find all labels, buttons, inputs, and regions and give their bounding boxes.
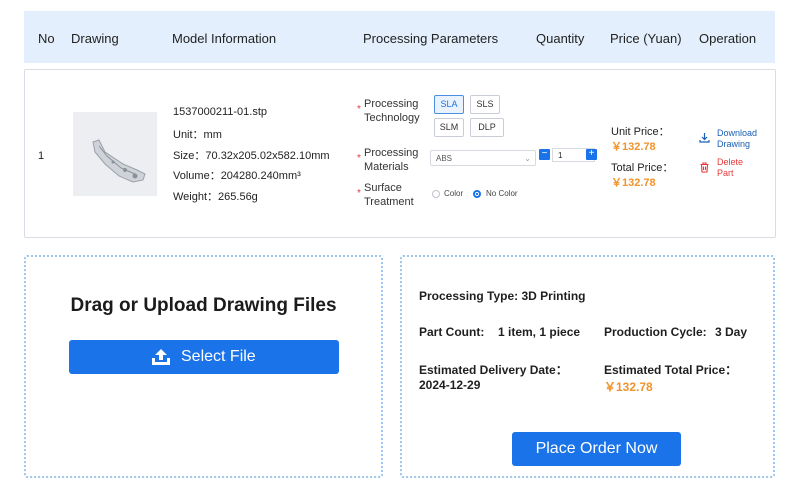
header-processing-parameters: Processing Parameters [363,31,499,46]
surface-color-label: Color [444,189,464,198]
processing-type: Processing Type: 3D Printing [419,289,586,303]
tech-sls-button[interactable]: SLS [470,95,500,114]
weight-info: Weight：265.56g [173,191,258,203]
processing-materials-label: Processing Materials [364,147,419,173]
header-quantity: Quantity [536,31,585,46]
header-price: Price (Yuan) [610,31,682,46]
delete-part-link[interactable]: Delete Part [699,157,743,179]
size-info: Size：70.32x205.02x582.10mm [173,150,330,162]
table-row: 1 1537000211-01.stp Unit：mm Size：70.32x2… [24,69,776,238]
surface-color-radio[interactable] [432,190,440,198]
trash-icon [700,162,709,173]
production-cycle-value: 3 Day [715,325,748,339]
drawing-thumbnail[interactable] [73,112,157,196]
tech-dlp-button[interactable]: DLP [470,118,504,137]
production-cycle-label: Production Cycle: [604,325,707,339]
order-summary-panel: Processing Type: 3D Printing Part Count:… [400,255,775,478]
required-mark: * [357,104,361,115]
tech-slm-button[interactable]: SLM [434,118,464,137]
chevron-down-icon: ⌄ [524,154,531,163]
part-count-label: Part Count: [419,325,485,339]
total-price-label: Total Price： [611,162,674,174]
material-select[interactable]: ABS ⌄ [430,150,536,166]
header-drawing: Drawing [71,31,119,46]
select-file-button[interactable]: Select File [69,340,339,374]
material-value: ABS [436,154,453,163]
part-count-value: 1 item, 1 piece [498,325,581,339]
volume-info: Volume：204280.240mm³ [173,170,301,182]
quantity-decrement-button[interactable]: − [539,149,550,160]
row-number: 1 [38,150,45,162]
estimated-total-value: ￥132.78 [604,380,653,394]
upload-panel[interactable]: Drag or Upload Drawing Files Select File [24,255,383,478]
tech-sla-button[interactable]: SLA [434,95,464,114]
table-header: No Drawing Model Information Processing … [24,11,775,63]
surface-no-color-label: No Color [486,189,518,198]
required-mark: * [357,188,361,199]
header-operation: Operation [699,31,757,46]
download-drawing-link[interactable]: Download Drawing [699,128,757,150]
header-no: No [38,31,55,46]
required-mark: * [357,153,361,164]
estimated-total-label: Estimated Total Price： [604,363,738,377]
download-icon [699,133,710,143]
delivery-date-value: 2024-12-29 [419,378,481,392]
upload-title: Drag or Upload Drawing Files [70,295,337,316]
unit-price-label: Unit Price： [611,126,670,138]
part-preview-icon [92,139,146,183]
file-name: 1537000211-01.stp [173,106,267,118]
processing-technology-label: Processing Technology [364,98,420,124]
delivery-date-label: Estimated Delivery Date： [419,363,568,377]
unit-price-value: ￥132.78 [611,141,656,153]
unit-info: Unit：mm [173,129,222,141]
select-file-label: Select File [181,348,256,365]
surface-treatment-label: Surface Treatment [364,182,414,208]
header-model-information: Model Information [172,31,277,46]
surface-no-color-radio[interactable] [473,190,481,198]
quantity-increment-button[interactable]: + [586,149,597,160]
total-price-value: ￥132.78 [611,177,656,189]
upload-icon [152,349,170,365]
place-order-button[interactable]: Place Order Now [512,432,681,466]
